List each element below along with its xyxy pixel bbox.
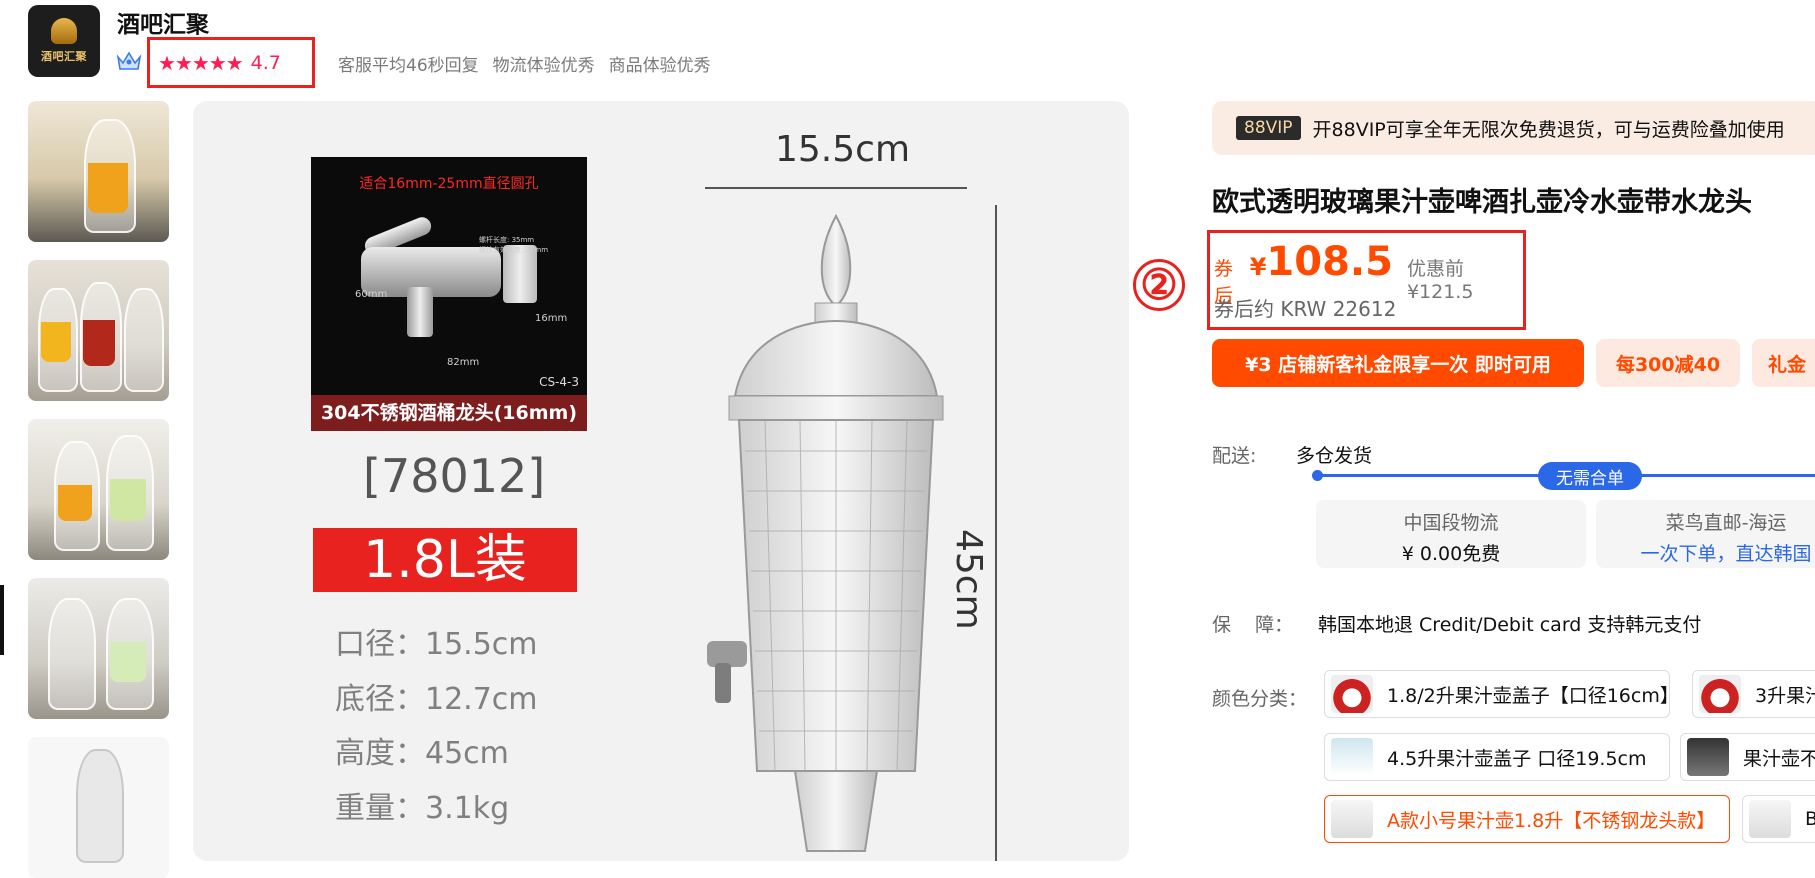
color-option-1[interactable]: 1.8/2升果汁壶盖子【口径16cm】 [1324, 670, 1679, 718]
shop-rating: ★★★★★ 4.7 [147, 37, 315, 88]
thumbnail-4[interactable] [28, 578, 169, 719]
color-option-2[interactable]: 3升果汁 [1692, 670, 1815, 718]
delivery-route-dot [1312, 470, 1323, 481]
dimension-width-line [705, 187, 967, 189]
faucet-note-1: 螺杆长度: 35mm [479, 236, 535, 244]
color-swatch [1331, 675, 1373, 713]
guarantee-label: 保 障： [1212, 614, 1294, 636]
thumbnail-3[interactable] [28, 419, 169, 560]
price-before: 优惠前¥121.5 [1406, 258, 1474, 303]
color-swatch [1687, 738, 1729, 776]
guarantee-value: 韩国本地退 Credit/Debit card 支持韩元支付 [1318, 614, 1702, 636]
scroll-indicator [0, 585, 4, 655]
faucet-dim-thread: 16mm [535, 313, 568, 324]
faucet-fit-text: 适合16mm-25mm直径圆孔 [359, 176, 539, 192]
shop-name[interactable]: 酒吧汇聚 [117, 5, 209, 39]
main-product-image[interactable]: 适合16mm-25mm直径圆孔 60mm 82mm 16mm 螺杆长度: 35m… [193, 101, 1129, 861]
shop-tags: 客服平均46秒回复 物流体验优秀 商品体验优秀 [338, 51, 711, 76]
faucet-note-2: 螺纹有效高度: 27mm [479, 246, 549, 254]
color-option-label: A款小号果汁壶1.8升【不锈钢龙头款】 [1387, 809, 1716, 832]
price-box: 券后 ¥ 108.5 优惠前¥121.5 券后约 KRW 22612 [1207, 230, 1526, 330]
spec-line: 重量：3.1kg [335, 791, 510, 826]
color-option-label: B [1805, 808, 1815, 830]
product-code: [78012] [363, 449, 546, 503]
no-merge-badge: 无需合单 [1538, 462, 1642, 490]
glass-jar-illustration [707, 213, 944, 852]
logistics-title: 菜鸟直邮-海运 [1665, 512, 1787, 534]
crown-icon [116, 51, 142, 70]
color-swatch [1331, 738, 1373, 776]
color-option-4[interactable]: 果汁壶不 [1680, 733, 1815, 781]
faucet-detail-card: 适合16mm-25mm直径圆孔 60mm 82mm 16mm 螺杆长度: 35m… [311, 157, 587, 431]
color-option-6[interactable]: B [1742, 795, 1815, 843]
spec-line: 高度：45cm [335, 736, 509, 771]
thumbnail-image [28, 419, 169, 560]
shop-tag: 客服平均46秒回复 [338, 56, 479, 76]
delivery-label: 配送: [1212, 445, 1257, 467]
faucet-dim-width: 82mm [447, 357, 480, 368]
color-option-5-selected[interactable]: A款小号果汁壶1.8升【不锈钢龙头款】 [1324, 795, 1730, 843]
coupon-discount-button[interactable]: 每300减40 [1596, 339, 1740, 387]
delivery-value: 多仓发货 [1296, 445, 1373, 467]
color-option-label: 果汁壶不 [1743, 747, 1815, 770]
color-swatch [1331, 800, 1373, 838]
logistics-option-cainiao[interactable]: 菜鸟直邮-海运 一次下单，直达韩国 [1596, 500, 1815, 568]
shop-logo[interactable]: 酒吧汇聚 [28, 5, 100, 77]
price-amount: 108.5 [1266, 239, 1393, 285]
color-option-3[interactable]: 4.5升果汁壶盖子 口径19.5cm [1324, 733, 1670, 781]
faucet-model: CS-4-3 [539, 375, 579, 389]
thumbnail-1[interactable] [28, 101, 169, 242]
thumbnail-image [28, 260, 169, 401]
crown-crest-icon [51, 18, 77, 44]
shop-tag: 商品体验优秀 [608, 56, 711, 76]
spec-line: 口径：15.5cm [335, 627, 538, 662]
logistics-value: 一次下单，直达韩国 [1640, 543, 1812, 565]
logistics-option-china[interactable]: 中国段物流 ¥ 0.00免费 [1316, 500, 1586, 568]
vip-banner[interactable]: 88VIP 开88VIP可享全年无限次免费退货，可与运费险叠加使用 [1212, 101, 1815, 155]
logistics-title: 中国段物流 [1403, 512, 1499, 534]
rating-score: 4.7 [250, 51, 281, 74]
annotation-marker-2: ② [1133, 259, 1185, 311]
thumbnail-image [28, 737, 169, 878]
shop-logo-text: 酒吧汇聚 [41, 50, 87, 63]
faucet-spout [407, 287, 433, 337]
price-krw: 券后约 KRW 22612 [1214, 297, 1397, 321]
spec-line: 底径：12.7cm [335, 682, 538, 717]
faucet-dim-height: 60mm [355, 289, 388, 300]
color-swatch [1749, 800, 1791, 838]
volume-badge: 1.8L装 [313, 528, 577, 592]
color-label: 颜色分类： [1212, 688, 1308, 710]
color-swatch [1699, 675, 1741, 713]
coupon-new-customer-button[interactable]: ¥3 店铺新客礼金限享一次 即时可用 [1212, 339, 1584, 387]
vip-badge: 88VIP [1236, 116, 1301, 140]
dimension-height-line [995, 205, 997, 861]
logistics-value: ¥ 0.00免费 [1401, 543, 1501, 565]
thumbnail-image [28, 101, 169, 242]
thumbnail-5[interactable] [28, 737, 169, 878]
coupon-gift-button[interactable]: 礼金 [1752, 339, 1815, 387]
color-option-label: 4.5升果汁壶盖子 口径19.5cm [1387, 747, 1647, 770]
faucet-caption: 304不锈钢酒桶龙头(16mm) [311, 395, 587, 431]
vip-text: 开88VIP可享全年无限次免费退货，可与运费险叠加使用 [1312, 118, 1785, 141]
rating-stars-icon: ★★★★★ [158, 50, 244, 75]
price-currency: ¥ [1249, 253, 1267, 281]
dimension-width: 15.5cm [775, 129, 911, 170]
product-title: 欧式透明玻璃果汁壶啤酒扎壶冷水壶带水龙头 [1212, 187, 1752, 218]
color-option-label: 1.8/2升果汁壶盖子【口径16cm】 [1387, 684, 1679, 707]
thumbnail-image [28, 578, 169, 719]
thumbnail-2[interactable] [28, 260, 169, 401]
shop-tag: 物流体验优秀 [492, 56, 595, 76]
color-option-label: 3升果汁 [1755, 684, 1815, 707]
